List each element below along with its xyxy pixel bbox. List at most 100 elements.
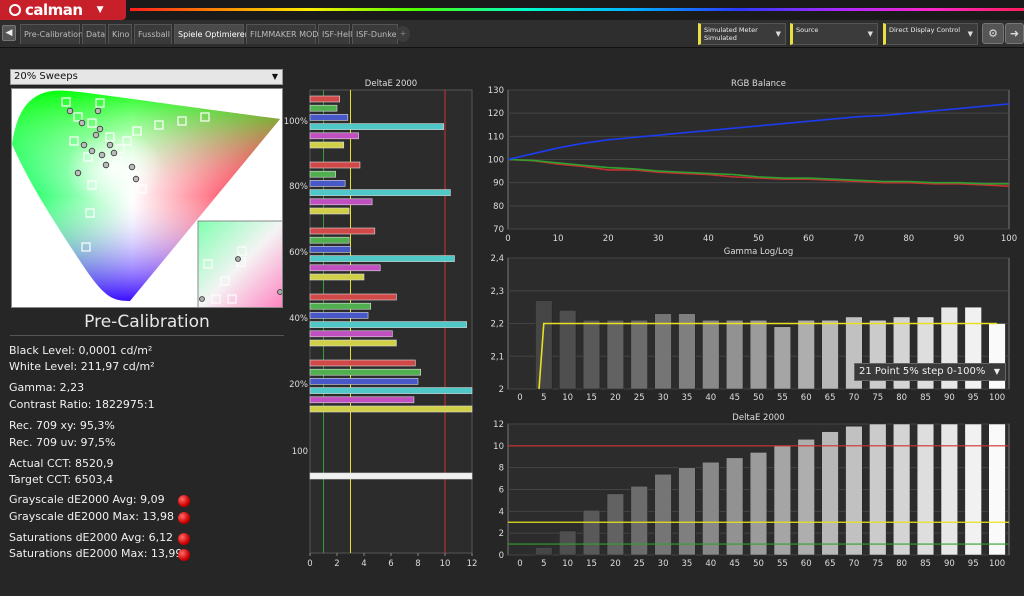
chevron-down-icon: ▼ — [867, 30, 873, 38]
deltae-bar — [749, 452, 768, 556]
x-tick-label: 40 — [703, 234, 714, 244]
y-tick-label: 2 — [499, 385, 504, 395]
x-tick-label: 100 — [989, 559, 1005, 569]
chart-title: DeltaE 2000 — [732, 413, 784, 423]
back-arrow-icon[interactable]: ◀ — [2, 25, 16, 41]
deltae-bar — [309, 405, 473, 413]
measured-marker — [235, 256, 241, 262]
meter-label: Simulated Meter — [704, 26, 758, 34]
deltae-bar — [893, 423, 911, 556]
cie-chart-svg — [12, 90, 282, 307]
deltae-bar — [988, 423, 1006, 556]
add-tab-icon[interactable]: + — [396, 26, 410, 42]
deltae-bar — [606, 493, 624, 556]
sweep-select[interactable]: 20% Sweeps ▼ — [10, 69, 283, 85]
gamma-bar — [797, 319, 815, 390]
deltae-bar — [309, 302, 372, 310]
grayscale-max: Grayscale dE2000 Max: 13,98 — [9, 510, 174, 523]
rgb-balance-chart: RGB Balance 70 80 90 100 110 120 130 0 10 20 30 40 50… — [488, 79, 1017, 244]
tab-isf-dunkel[interactable]: ISF-Dunkel — [352, 24, 399, 44]
deltae-bar — [821, 431, 839, 556]
deltae-bar — [309, 95, 341, 103]
chevron-down-icon: ▼ — [775, 30, 781, 38]
y-tick-label: 2,2 — [490, 320, 504, 330]
actual-cct: Actual CCT: 8520,9 — [9, 457, 114, 470]
x-tick-label: 90 — [953, 234, 964, 244]
tab-spiele-optimierer[interactable]: Spiele Optimierer — [174, 24, 248, 44]
y-tick-label: 2,4 — [490, 254, 504, 264]
tab-isf-hell[interactable]: ISF-Hell — [318, 24, 352, 44]
x-tick-label: 0 — [517, 559, 522, 569]
x-tick-label: 90 — [944, 559, 955, 569]
x-tick-label: 15 — [586, 393, 597, 403]
x-tick-label: 15 — [586, 559, 597, 569]
gamma-value: Gamma: 2,23 — [9, 381, 85, 394]
gamma-points-dropdown[interactable]: 21 Point 5% step 0-100% ▼ — [854, 363, 1006, 381]
x-tick-label: 10 — [553, 234, 564, 244]
x-tick-label: 95 — [968, 559, 979, 569]
y-tick-label: 90 — [493, 179, 504, 189]
x-tick-label: 80 — [903, 234, 914, 244]
x-tick-label: 45 — [729, 559, 740, 569]
saturation-avg: Saturations dE2000 Avg: 6,12 — [9, 531, 174, 544]
deltae-bar — [559, 530, 577, 556]
measured-marker — [74, 169, 82, 177]
deltae-bar — [964, 423, 982, 556]
measured-marker — [128, 163, 136, 171]
y-tick-label: 120 — [488, 109, 504, 119]
measured-marker — [96, 125, 104, 133]
source-label: Source — [796, 26, 819, 34]
deltae-bar — [309, 264, 381, 272]
saturation-max: Saturations dE2000 Max: 13,99 — [9, 547, 183, 560]
source-dropdown[interactable]: Source ▼ — [790, 23, 878, 45]
x-tick-label: 70 — [849, 393, 860, 403]
x-tick-label: 4 — [361, 559, 366, 569]
y-tick-label: 130 — [488, 86, 504, 96]
chart-title: Gamma Log/Log — [724, 247, 794, 257]
tab-fussball[interactable]: Fussball — [134, 24, 172, 44]
tab-filmmaker-mode[interactable]: FILMMAKER MODE — [246, 24, 324, 44]
deltae-bar — [309, 339, 397, 347]
cie-gamut-diagram — [11, 88, 283, 308]
x-tick-label: 12 — [467, 559, 478, 569]
x-tick-label: 70 — [849, 559, 860, 569]
meter-dropdown[interactable]: Simulated Meter Simulated ▼ — [698, 23, 786, 45]
deltae-bar — [309, 123, 444, 130]
tab-kino[interactable]: Kino — [108, 24, 132, 44]
deltae-bar — [309, 104, 338, 112]
x-tick-label: 60 — [801, 559, 812, 569]
x-tick-label: 8 — [415, 559, 420, 569]
gear-icon[interactable]: ⚙ — [982, 23, 1004, 44]
deltae-saturation-chart: DeltaE 2000 0 2 4 6 8 10 12 100% 80% 60% 40% 20% 100 — [284, 79, 478, 569]
x-tick-label: 0 — [505, 234, 510, 244]
gamma-bar — [678, 313, 696, 390]
x-tick-label: 80 — [896, 393, 907, 403]
arrow-right-icon[interactable]: ➜ — [1005, 23, 1024, 44]
x-tick-label: 85 — [920, 559, 931, 569]
deltae-bar — [309, 293, 397, 301]
display-control-dropdown[interactable]: Direct Display Control ▼ — [883, 23, 978, 45]
tab-data[interactable]: Data — [82, 24, 106, 44]
deltae-bar — [309, 236, 350, 244]
deltae-bar — [309, 161, 361, 169]
deltae-bar — [309, 141, 345, 149]
deltae-grayscale-chart: DeltaE 2000 0 2 4 6 8 10 12 0 5 10 15 20 25 30 35 40 45 50… — [493, 413, 1010, 569]
x-tick-label: 60 — [803, 234, 814, 244]
measured-marker — [88, 147, 96, 155]
tab-pre-calibration[interactable]: Pre-Calibration — [20, 24, 83, 44]
deltae-bar — [726, 457, 744, 556]
calman-menu-button[interactable]: calman ▼ — [0, 0, 126, 20]
y-tick-label: 20% — [289, 380, 308, 390]
x-tick-label: 45 — [729, 393, 740, 403]
chart-title: DeltaE 2000 — [365, 79, 417, 89]
chevron-down-icon: ▼ — [96, 5, 104, 15]
deltae-bar — [309, 359, 416, 367]
x-tick-label: 40 — [705, 559, 716, 569]
y-tick-label: 2,1 — [490, 352, 504, 362]
deltae-bar — [309, 198, 373, 206]
deltae-bar — [309, 255, 455, 262]
x-tick-label: 10 — [562, 393, 573, 403]
white-level: White Level: 211,97 cd/m² — [9, 360, 155, 373]
deltae-bar — [309, 312, 369, 319]
chevron-down-icon: ▼ — [993, 367, 1000, 376]
